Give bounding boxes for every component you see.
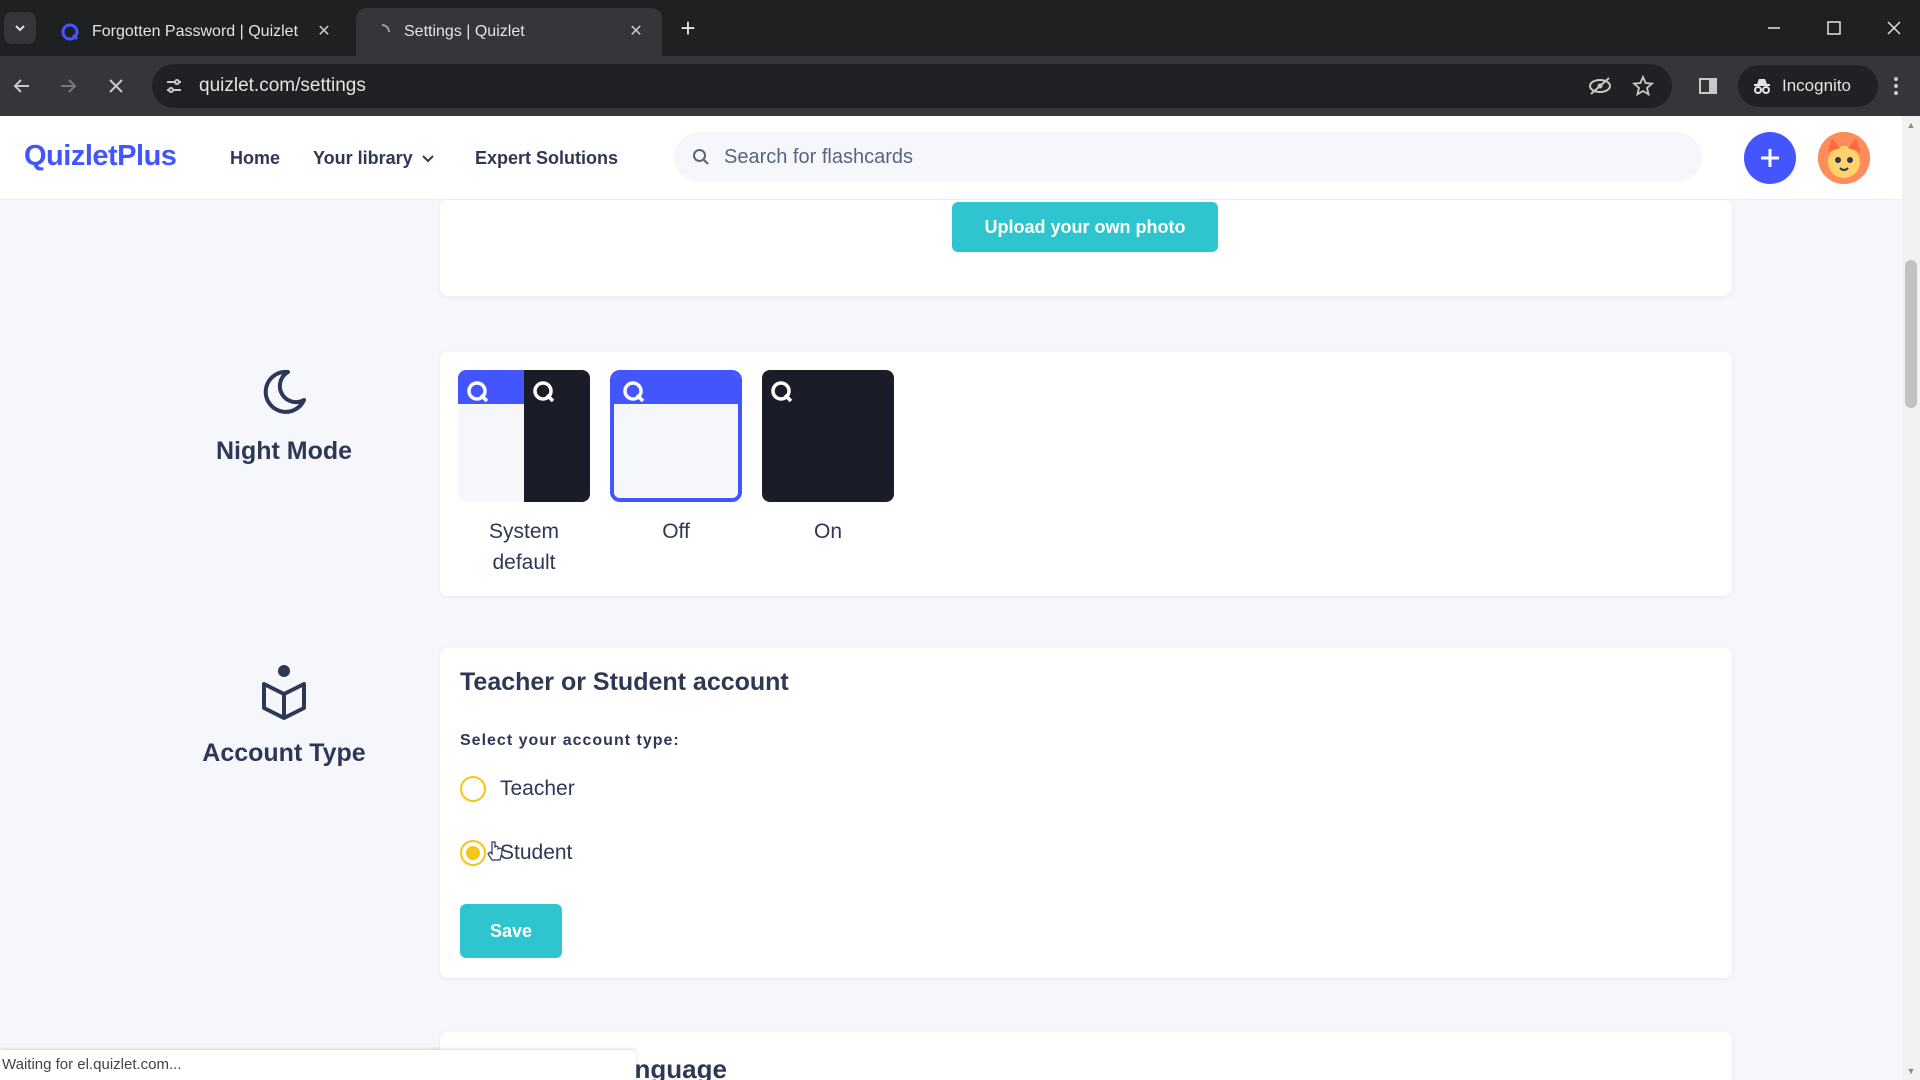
eye-slash-icon[interactable] [1588,76,1612,101]
avatar[interactable] [1818,132,1870,184]
account-type-subtitle: Select your account type: [460,732,680,749]
close-window-icon[interactable] [1872,10,1916,46]
theme-option-system-default[interactable]: System default [458,370,590,578]
kebab-menu-icon[interactable] [1880,70,1912,102]
upload-photo-button[interactable]: Upload your own photo [952,202,1218,252]
side-panel-icon[interactable] [1692,70,1724,102]
account-type-title: Teacher or Student account [460,668,789,696]
radio-button-student[interactable] [460,840,486,866]
quizlet-q-icon [771,381,793,403]
nav-expert-label: Expert Solutions [475,148,619,168]
incognito-icon [1754,79,1770,94]
scroll-down-arrow-icon[interactable]: ▼ [1906,1066,1916,1076]
theme-option-label: Off [662,520,690,543]
new-tab-button[interactable]: + [674,14,702,42]
nav-your-library[interactable]: Your library [313,148,435,169]
theme-option-label: On [813,520,842,543]
reader-icon [262,665,306,720]
nav-expert-solutions[interactable]: Expert Solutions [475,148,618,169]
browser-toolbar: quizlet.com/settings Incognito [0,56,1920,116]
theme-preview-on [762,370,894,502]
search-input[interactable]: Search for flashcards [674,132,1702,182]
maximize-icon[interactable] [1812,10,1856,46]
quizlet-favicon-icon [60,22,80,42]
cursor-icon [487,841,503,861]
tab-title: Settings | Quizlet [404,23,525,40]
address-bar[interactable]: quizlet.com/settings [152,64,1672,108]
quizlet-q-icon [533,381,555,403]
scroll-up-arrow-icon[interactable]: ▲ [1906,120,1916,130]
search-placeholder: Search for flashcards [724,145,913,168]
theme-option-label: System default [488,520,559,574]
radio-button-teacher[interactable] [460,776,486,802]
theme-preview-system [458,370,590,502]
stop-loading-icon[interactable] [100,70,132,102]
site-header: QuizletPlus Home Your library Expert Sol… [0,116,1902,200]
nav-home-label: Home [230,148,281,168]
radio-option-teacher[interactable]: Teacher [460,776,575,802]
tab-settings[interactable]: Settings | Quizlet ✕ [356,8,662,56]
save-button[interactable]: Save [460,904,562,958]
page-scrollbar[interactable]: ▲ ▼ [1902,116,1920,1080]
nav-library-label: Your library [313,148,413,168]
night-mode-heading: Night Mode [144,366,424,466]
profile-photo-card: Upload your own photo [440,200,1732,296]
chevron-down-icon [421,154,434,162]
search-icon [693,149,709,165]
account-type-card: Teacher or Student account Select your a… [440,648,1732,978]
create-button[interactable] [1744,132,1796,184]
tab-forgotten-password[interactable]: Forgotten Password | Quizlet ✕ [44,8,350,56]
radio-label-student: Student [500,841,573,864]
incognito-label: Incognito [1782,76,1851,95]
radio-label-teacher: Teacher [500,777,575,800]
theme-option-off[interactable]: Off [610,370,742,547]
nav-home[interactable]: Home [230,148,280,169]
minimize-icon[interactable] [1752,10,1796,46]
close-tab-icon[interactable]: ✕ [314,22,334,42]
quizlet-q-icon [623,381,645,403]
theme-preview-off [610,370,742,502]
star-bookmark-icon[interactable] [1631,74,1655,102]
tab-search-button[interactable] [4,12,36,44]
avatar-image [1818,132,1870,184]
close-tab-icon[interactable]: ✕ [626,22,646,42]
night-mode-card: System default Off On [440,352,1732,596]
account-type-label: Account Type [202,739,366,767]
quizlet-plus-logo[interactable]: QuizletPlus [24,140,177,173]
language-section-title: anguage [620,1054,727,1080]
theme-option-on[interactable]: On [762,370,894,547]
tab-title: Forgotten Password | Quizlet [92,23,299,40]
url-text: quizlet.com/settings [199,75,366,96]
night-mode-label: Night Mode [215,437,353,465]
forward-arrow-icon[interactable] [52,70,84,102]
moon-icon [263,369,306,414]
loading-spinner-icon [372,22,392,42]
scrollbar-thumb[interactable] [1905,260,1917,408]
radio-option-student[interactable]: Student [460,840,572,866]
radio-selected-dot [466,846,480,860]
incognito-indicator[interactable]: Incognito [1738,65,1878,107]
plus-icon [1761,149,1779,167]
back-arrow-icon[interactable] [6,70,38,102]
quizlet-q-icon [467,381,489,403]
browser-tabbar: Forgotten Password | Quizlet ✕ Settings … [0,0,1920,56]
chevron-down-icon [15,25,25,32]
browser-status-bar: Waiting for el.quizlet.com... [0,1050,636,1080]
site-info-icon[interactable] [164,76,184,101]
account-type-heading: Account Type [144,664,424,768]
